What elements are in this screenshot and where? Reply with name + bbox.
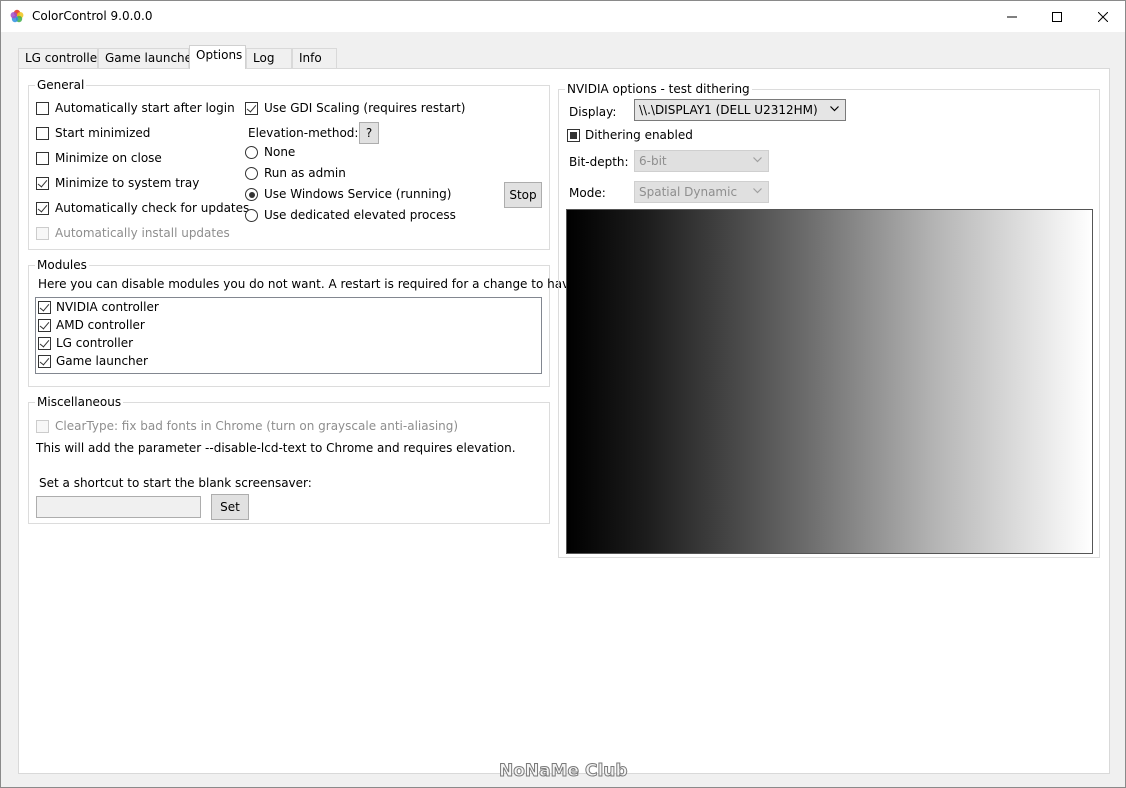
maximize-icon [1052, 11, 1062, 22]
cleartype-note: This will add the parameter --disable-lc… [36, 441, 516, 455]
nvidia-group-title: NVIDIA options - test dithering [565, 82, 752, 96]
dithering-enabled-checkbox[interactable] [567, 129, 580, 142]
modules-description: Here you can disable modules you do not … [38, 277, 619, 291]
chevron-down-icon [753, 157, 762, 163]
minimize-to-tray-label: Minimize to system tray [55, 176, 200, 190]
module-lg-label: LG controller [56, 336, 134, 350]
modules-group-title: Modules [35, 258, 89, 272]
module-nvidia-label: NVIDIA controller [56, 300, 159, 314]
elevation-none-label: None [264, 145, 296, 159]
miscellaneous-group: Miscellaneous ClearType: fix bad fonts i… [28, 395, 550, 524]
module-game-launcher-label: Game launcher [56, 354, 148, 368]
dithering-enabled-label: Dithering enabled [585, 128, 693, 142]
minimize-on-close-checkbox[interactable] [36, 152, 49, 165]
tab-game-launcher[interactable]: Game launcher [98, 48, 197, 69]
tab-lg-controller[interactable]: LG controller [18, 48, 102, 69]
tab-info[interactable]: Info [292, 48, 337, 69]
elevation-admin-label: Run as admin [264, 166, 346, 180]
options-tab-page: General Automatically start after login … [18, 68, 1110, 774]
app-window: ColorControl 9.0.0.0 LG controller Game … [0, 0, 1126, 788]
watermark-text: NoNaMe Club [499, 761, 629, 782]
gdi-scaling-label: Use GDI Scaling (requires restart) [264, 101, 466, 115]
cleartype-checkbox[interactable] [36, 420, 49, 433]
module-lg-checkbox[interactable] [38, 337, 51, 350]
mode-label: Mode: [569, 186, 606, 200]
chevron-down-icon [830, 106, 839, 112]
cleartype-label: ClearType: fix bad fonts in Chrome (turn… [55, 419, 459, 433]
module-nvidia-checkbox[interactable] [38, 301, 51, 314]
window-title: ColorControl 9.0.0.0 [32, 9, 153, 23]
close-icon [1098, 11, 1108, 22]
elevation-dedicated-label: Use dedicated elevated process [264, 208, 456, 222]
minimize-to-tray-checkbox[interactable] [36, 177, 49, 190]
modules-group: Modules Here you can disable modules you… [28, 258, 619, 387]
auto-check-updates-label: Automatically check for updates [55, 201, 250, 215]
shortcut-label: Set a shortcut to start the blank screen… [39, 476, 312, 490]
mode-select-value: Spatial Dynamic [639, 185, 738, 199]
chevron-down-icon [753, 188, 762, 194]
mode-select[interactable]: Spatial Dynamic [634, 181, 769, 203]
start-minimized-label: Start minimized [55, 126, 151, 140]
elevation-service-label: Use Windows Service (running) [264, 187, 452, 201]
module-amd-checkbox[interactable] [38, 319, 51, 332]
shortcut-input[interactable] [36, 496, 201, 518]
display-select[interactable]: \\.\DISPLAY1 (DELL U2312HM) [634, 99, 846, 121]
display-label: Display: [569, 105, 617, 119]
bit-depth-select[interactable]: 6-bit [634, 150, 769, 172]
start-minimized-checkbox[interactable] [36, 127, 49, 140]
miscellaneous-group-title: Miscellaneous [35, 395, 124, 409]
bit-depth-select-value: 6-bit [639, 154, 667, 168]
nvidia-dithering-group: NVIDIA options - test dithering Display:… [558, 82, 1100, 558]
elevation-method-label: Elevation-method: [248, 126, 359, 140]
bit-depth-label: Bit-depth: [569, 155, 629, 169]
auto-start-checkbox[interactable] [36, 102, 49, 115]
module-amd-label: AMD controller [56, 318, 145, 332]
display-select-value: \\.\DISPLAY1 (DELL U2312HM) [639, 103, 818, 117]
elevation-service-radio[interactable] [245, 188, 258, 201]
dithering-test-gradient [566, 209, 1093, 554]
auto-install-updates-checkbox[interactable] [36, 227, 49, 240]
gdi-scaling-checkbox[interactable] [245, 102, 258, 115]
minimize-on-close-label: Minimize on close [55, 151, 162, 165]
module-game-launcher-checkbox[interactable] [38, 355, 51, 368]
general-group-title: General [35, 78, 87, 92]
auto-install-updates-label: Automatically install updates [55, 226, 230, 240]
auto-start-label: Automatically start after login [55, 101, 235, 115]
minimize-icon [1007, 16, 1017, 17]
maximize-button[interactable] [1034, 1, 1080, 32]
elevation-help-button[interactable]: ? [359, 122, 379, 144]
close-button[interactable] [1080, 1, 1126, 32]
set-shortcut-button[interactable]: Set [211, 494, 249, 520]
tab-log[interactable]: Log [246, 48, 292, 69]
minimize-button[interactable] [989, 1, 1035, 32]
elevation-none-radio[interactable] [245, 146, 258, 159]
app-color-wheel-icon [10, 9, 24, 23]
stop-service-button[interactable]: Stop [504, 182, 542, 208]
elevation-dedicated-radio[interactable] [245, 209, 258, 222]
auto-check-updates-checkbox[interactable] [36, 202, 49, 215]
title-bar[interactable]: ColorControl 9.0.0.0 [1, 1, 1125, 32]
general-group: General Automatically start after login … [28, 78, 550, 250]
modules-list[interactable]: NVIDIA controller AMD controller LG cont… [35, 297, 542, 374]
elevation-admin-radio[interactable] [245, 167, 258, 180]
tab-options[interactable]: Options [189, 45, 246, 69]
